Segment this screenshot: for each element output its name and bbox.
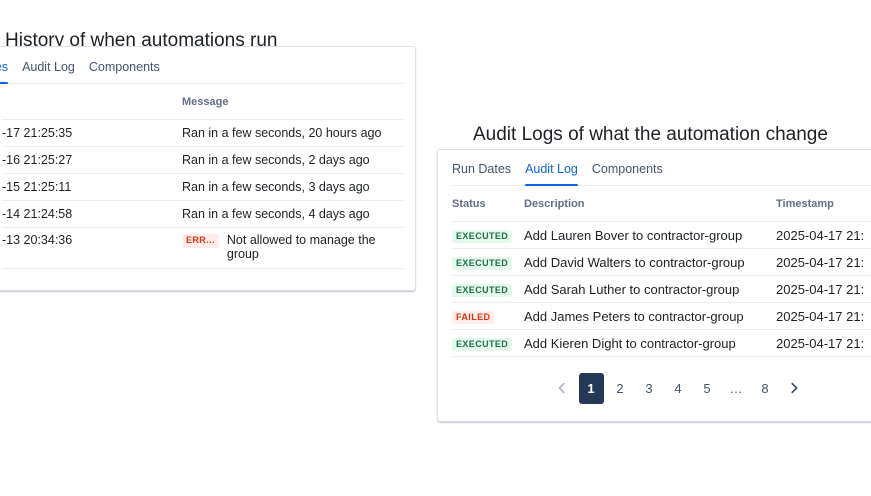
message-text: Ran in a few seconds, 3 days ago	[182, 180, 370, 194]
description-cell: Add Kieren Dight to contractor-group	[524, 336, 776, 351]
message-text: Ran in a few seconds, 2 days ago	[182, 153, 370, 167]
page-button-3[interactable]: 3	[637, 373, 662, 404]
status-badge: FAILED	[452, 311, 494, 325]
tab-run-dates[interactable]: Run Dates	[452, 162, 511, 185]
run-history-table: -17 21:25:35 Ran in a few seconds, 20 ho…	[2, 120, 404, 269]
run-history-row: -13 20:34:36 ERR... Not allowed to manag…	[2, 228, 404, 269]
run-time-cell: -14 21:24:58	[2, 207, 182, 221]
chevron-right-icon	[787, 381, 801, 395]
tab-audit-log[interactable]: Audit Log	[22, 60, 75, 83]
run-history-row: -14 21:24:58 Ran in a few seconds, 4 day…	[2, 201, 404, 228]
status-badge: EXECUTED	[452, 284, 512, 298]
right-panel-title: Audit Logs of what the automation change	[473, 124, 828, 146]
timestamp-cell: 2025-04-17 21:	[776, 228, 871, 243]
pagination: 12345…8	[438, 355, 871, 421]
page-number-list: 12345…8	[579, 373, 778, 404]
message-cell: Ran in a few seconds, 2 days ago	[182, 153, 404, 167]
audit-log-row: FAILED Add James Peters to contractor-gr…	[452, 303, 871, 330]
message-text: Not allowed to manage the group	[227, 233, 379, 262]
audit-log-row: EXECUTED Add David Walters to contractor…	[452, 249, 871, 276]
pagination-prev-button[interactable]	[550, 373, 575, 404]
left-table-header: Message	[2, 84, 404, 120]
right-tab-bar: Run Dates Audit Log Components	[452, 150, 871, 186]
page-button-2[interactable]: 2	[608, 373, 633, 404]
left-tab-bar: Run Dates Audit Log Components	[0, 47, 404, 84]
message-text: Ran in a few seconds, 4 days ago	[182, 207, 370, 221]
run-history-row: -16 21:25:27 Ran in a few seconds, 2 day…	[2, 147, 404, 174]
timestamp-cell: 2025-04-17 21:	[776, 336, 871, 351]
description-column-header: Description	[524, 198, 776, 210]
message-cell: Ran in a few seconds, 20 hours ago	[182, 126, 404, 140]
message-text: Ran in a few seconds, 20 hours ago	[182, 126, 381, 140]
description-cell: Add Sarah Luther to contractor-group	[524, 282, 776, 297]
status-cell: EXECUTED	[452, 254, 524, 271]
timestamp-column-header: Timestamp	[776, 198, 871, 210]
run-history-row: -17 21:25:35 Ran in a few seconds, 20 ho…	[2, 120, 404, 147]
audit-log-table: EXECUTED Add Lauren Bover to contractor-…	[452, 222, 871, 357]
tab-run-dates[interactable]: Run Dates	[0, 60, 8, 83]
tab-audit-log[interactable]: Audit Log	[525, 162, 578, 185]
status-badge: EXECUTED	[452, 338, 512, 352]
audit-log-row: EXECUTED Add Sarah Luther to contractor-…	[452, 276, 871, 303]
run-time-cell: -15 21:25:11	[2, 180, 182, 194]
audit-log-row: EXECUTED Add Lauren Bover to contractor-…	[452, 222, 871, 249]
page-button-4[interactable]: 4	[666, 373, 691, 404]
error-status-badge: ERR...	[182, 234, 219, 248]
timestamp-cell: 2025-04-17 21:	[776, 282, 871, 297]
pagination-ellipsis: …	[724, 373, 749, 404]
description-cell: Add James Peters to contractor-group	[524, 309, 776, 324]
run-time-cell: -13 20:34:36	[2, 233, 182, 247]
timestamp-cell: 2025-04-17 21:	[776, 255, 871, 270]
page-button-5[interactable]: 5	[695, 373, 720, 404]
page-button-8[interactable]: 8	[753, 373, 778, 404]
status-cell: EXECUTED	[452, 227, 524, 244]
description-cell: Add David Walters to contractor-group	[524, 255, 776, 270]
status-badge: EXECUTED	[452, 230, 512, 244]
run-history-row: -15 21:25:11 Ran in a few seconds, 3 day…	[2, 174, 404, 201]
timestamp-cell: 2025-04-17 21:	[776, 309, 871, 324]
tab-components[interactable]: Components	[89, 60, 160, 83]
description-cell: Add Lauren Bover to contractor-group	[524, 228, 776, 243]
run-history-card: Run Dates Audit Log Components Message -…	[0, 46, 416, 291]
status-cell: FAILED	[452, 308, 524, 325]
run-time-cell: -17 21:25:35	[2, 126, 182, 140]
right-table-header: Status Description Timestamp	[452, 186, 871, 222]
chevron-left-icon	[555, 381, 569, 395]
message-cell: Ran in a few seconds, 3 days ago	[182, 180, 404, 194]
page-button-1[interactable]: 1	[579, 373, 604, 404]
run-time-cell: -16 21:25:27	[2, 153, 182, 167]
audit-log-row: EXECUTED Add Kieren Dight to contractor-…	[452, 330, 871, 357]
status-column-header: Status	[452, 198, 524, 210]
status-badge: EXECUTED	[452, 257, 512, 271]
audit-log-card: Run Dates Audit Log Components Status De…	[437, 149, 871, 422]
message-column-header: Message	[182, 96, 404, 108]
status-cell: EXECUTED	[452, 335, 524, 352]
tab-components[interactable]: Components	[592, 162, 663, 185]
status-cell: EXECUTED	[452, 281, 524, 298]
message-cell: ERR... Not allowed to manage the group	[182, 233, 404, 262]
pagination-next-button[interactable]	[782, 373, 807, 404]
message-cell: Ran in a few seconds, 4 days ago	[182, 207, 404, 221]
